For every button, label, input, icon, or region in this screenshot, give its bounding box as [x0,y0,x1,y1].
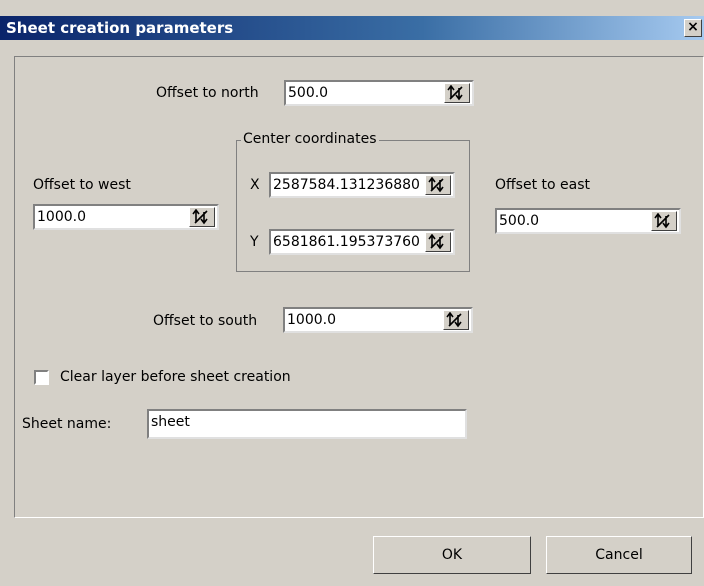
offset-east-value: 500.0 [499,213,540,229]
center-y-field[interactable]: 6581861.195373760 [269,229,455,255]
close-icon: × [687,19,699,35]
spinner-arrows-icon[interactable] [425,175,451,195]
center-y-value: 6581861.195373760 [273,234,419,250]
spinner-arrows-icon[interactable] [189,207,215,227]
button-bar: OK Cancel [0,518,704,586]
offset-west-field[interactable]: 1000.0 [33,204,219,230]
titlebar: Sheet creation parameters × [0,0,704,40]
offset-north-value: 500.0 [288,85,329,101]
dialog-window: Sheet creation parameters × Offset to no… [0,0,704,586]
offset-east-label: Offset to east [495,177,590,193]
center-x-label: X [250,177,260,193]
offset-north-label: Offset to north [156,85,259,101]
close-button[interactable]: × [684,19,702,37]
offset-south-value: 1000.0 [287,312,336,328]
offset-east-field[interactable]: 500.0 [495,208,681,234]
center-x-field[interactable]: 2587584.131236880 [269,172,455,198]
offset-west-label: Offset to west [33,177,131,193]
cancel-button[interactable]: Cancel [546,536,692,574]
center-x-value: 2587584.131236880 [273,177,419,193]
clear-layer-label[interactable]: Clear layer before sheet creation [60,369,291,385]
offset-south-field[interactable]: 1000.0 [283,307,473,333]
center-coordinates-legend: Center coordinates [241,131,379,147]
offset-north-field[interactable]: 500.0 [284,80,474,106]
sheet-name-label: Sheet name: [22,416,112,432]
window-title: Sheet creation parameters [0,16,704,40]
parameters-panel [14,56,704,518]
offset-west-value: 1000.0 [37,209,86,225]
spinner-arrows-icon[interactable] [443,310,469,330]
ok-button[interactable]: OK [373,536,531,574]
clear-layer-checkbox[interactable] [34,370,49,385]
offset-south-label: Offset to south [153,313,258,329]
spinner-arrows-icon[interactable] [651,211,677,231]
spinner-arrows-icon[interactable] [425,232,451,252]
sheet-name-field[interactable]: sheet [147,409,467,439]
center-y-label: Y [250,234,259,250]
sheet-name-value: sheet [151,414,190,430]
spinner-arrows-icon[interactable] [444,83,470,103]
